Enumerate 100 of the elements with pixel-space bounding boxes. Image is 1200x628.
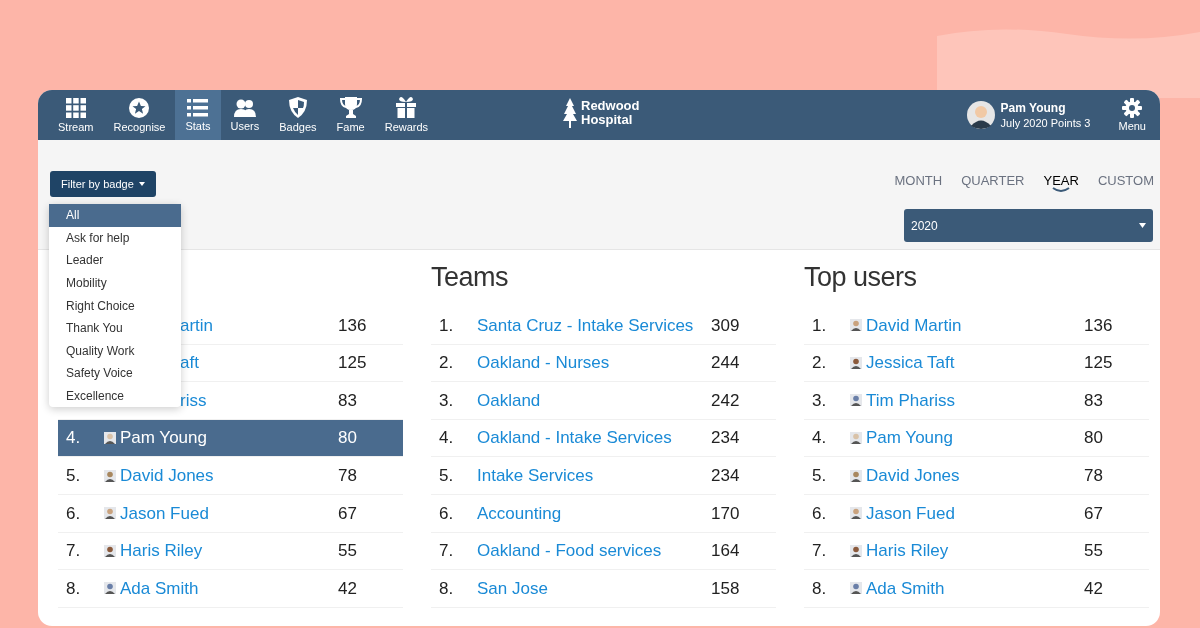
- rank-number: 4.: [438, 427, 455, 450]
- rank-number: 5.: [438, 464, 455, 487]
- rank-number: 6.: [438, 502, 455, 525]
- rank-number: 7.: [438, 540, 455, 563]
- score-value: 55: [1084, 540, 1103, 563]
- score-value: 136: [338, 314, 367, 337]
- dropdown-option[interactable]: Ask for help: [49, 226, 181, 250]
- name-link[interactable]: Tim Phariss: [866, 387, 956, 414]
- score-value: 234: [711, 464, 740, 487]
- name-link[interactable]: David Jones: [120, 462, 214, 489]
- rank-number: 7.: [65, 540, 82, 563]
- period-tab[interactable]: CUSTOM: [1097, 173, 1154, 188]
- score-value: 80: [1084, 427, 1103, 450]
- name-link[interactable]: Haris Riley: [866, 538, 949, 564]
- name-link[interactable]: Jason Fued: [866, 500, 955, 526]
- name-link[interactable]: aft: [180, 350, 199, 376]
- grid-icon: [65, 97, 86, 118]
- name-link[interactable]: David Jones: [866, 462, 960, 489]
- nav-tab[interactable]: Stats: [175, 90, 221, 140]
- tree-icon: [563, 98, 577, 128]
- score-value: 136: [1084, 314, 1113, 337]
- name-link[interactable]: Accounting: [477, 500, 562, 526]
- name-link[interactable]: riss: [180, 387, 207, 414]
- score-value: 42: [338, 577, 357, 600]
- rank-number: 2.: [811, 352, 828, 375]
- name-link[interactable]: Oakland - Nurses: [477, 350, 610, 376]
- name-link[interactable]: Santa Cruz - Intake Services: [477, 312, 694, 339]
- logo-text: Redwood Hospital: [581, 99, 641, 127]
- nav-tab[interactable]: Users: [220, 90, 270, 140]
- user-name: Pam Young: [1000, 100, 1067, 116]
- panel-title: Top users: [804, 260, 917, 294]
- shield-icon: [288, 97, 307, 118]
- rank-number: 4.: [811, 427, 828, 450]
- name-link[interactable]: Ada Smith: [866, 575, 945, 602]
- score-value: 78: [338, 464, 357, 487]
- score-value: 158: [711, 577, 740, 600]
- rank-number: 5.: [811, 464, 828, 487]
- menu-button[interactable]: Menu: [1118, 98, 1146, 132]
- score-value: 55: [338, 540, 357, 563]
- score-value: 80: [338, 427, 357, 450]
- score-value: 234: [711, 427, 740, 450]
- rank-number: 3.: [438, 389, 455, 412]
- score-value: 42: [1084, 577, 1103, 600]
- name-link[interactable]: David Martin: [866, 312, 962, 339]
- period-tab[interactable]: YEAR: [1043, 173, 1079, 188]
- caret-icon: [138, 182, 145, 186]
- name-link[interactable]: Jessica Taft: [866, 350, 955, 376]
- ranking-row[interactable]: 4. Pam Young 80: [58, 419, 403, 458]
- name-link[interactable]: artin: [180, 312, 214, 339]
- caret-icon: [1139, 223, 1146, 228]
- panel-title: Teams: [431, 260, 509, 294]
- rank-number: 1.: [438, 314, 455, 337]
- rank-number: 7.: [811, 540, 828, 563]
- name-link[interactable]: Oakland: [477, 387, 541, 414]
- score-value: 83: [1084, 389, 1103, 412]
- name-link[interactable]: Intake Services: [477, 462, 594, 489]
- name-link[interactable]: Oakland - Food services: [477, 538, 662, 564]
- dropdown-option[interactable]: All: [49, 204, 181, 227]
- score-value: 67: [1084, 502, 1103, 525]
- year-select[interactable]: 2020: [904, 209, 1153, 242]
- dropdown-option[interactable]: Mobility: [49, 271, 181, 295]
- score-value: 125: [1084, 352, 1113, 375]
- user-points: July 2020 Points 3: [1000, 115, 1091, 130]
- rank-number: 2.: [438, 352, 455, 375]
- users-icon: [233, 98, 256, 117]
- score-value: 67: [338, 502, 357, 525]
- period-tab[interactable]: MONTH: [894, 173, 943, 188]
- nav-tab[interactable]: Fame: [326, 90, 375, 140]
- name-link[interactable]: Jason Fued: [120, 500, 209, 526]
- dropdown-option[interactable]: Leader: [49, 249, 181, 272]
- trophy-icon: [339, 97, 362, 118]
- nav-tab[interactable]: Stream: [48, 90, 104, 140]
- settings-icon: [1122, 98, 1143, 118]
- rank-number: 8.: [811, 577, 828, 600]
- rank-number: 5.: [65, 464, 82, 487]
- list-icon: [187, 98, 209, 117]
- filter-dropdown-button[interactable]: Filter by badge: [50, 171, 156, 197]
- name-link[interactable]: Haris Riley: [120, 538, 203, 564]
- rank-number: 6.: [811, 502, 828, 525]
- name-link[interactable]: Pam Young: [120, 425, 207, 451]
- score-value: 170: [711, 502, 740, 525]
- nav-tab[interactable]: Rewards: [374, 90, 439, 140]
- chevron-icon: [1052, 187, 1071, 193]
- score-value: 78: [1084, 464, 1103, 487]
- avatar-icon: [966, 101, 995, 129]
- name-link[interactable]: Pam Young: [866, 425, 953, 451]
- rank-number: 8.: [65, 577, 82, 600]
- name-link[interactable]: San Jose: [477, 575, 548, 602]
- name-link[interactable]: Oakland - Intake Services: [477, 425, 672, 451]
- nav-tab[interactable]: Recognise: [103, 90, 176, 140]
- rank-number: 1.: [811, 314, 828, 337]
- name-link[interactable]: Ada Smith: [120, 575, 199, 602]
- nav-tab[interactable]: Badges: [269, 90, 327, 140]
- period-tab[interactable]: QUARTER: [961, 173, 1025, 188]
- score-value: 83: [338, 389, 357, 412]
- score-value: 309: [711, 314, 740, 337]
- rank-number: 4.: [65, 427, 82, 450]
- score-value: 242: [711, 389, 740, 412]
- score-value: 164: [711, 540, 740, 563]
- rank-number: 6.: [65, 502, 82, 525]
